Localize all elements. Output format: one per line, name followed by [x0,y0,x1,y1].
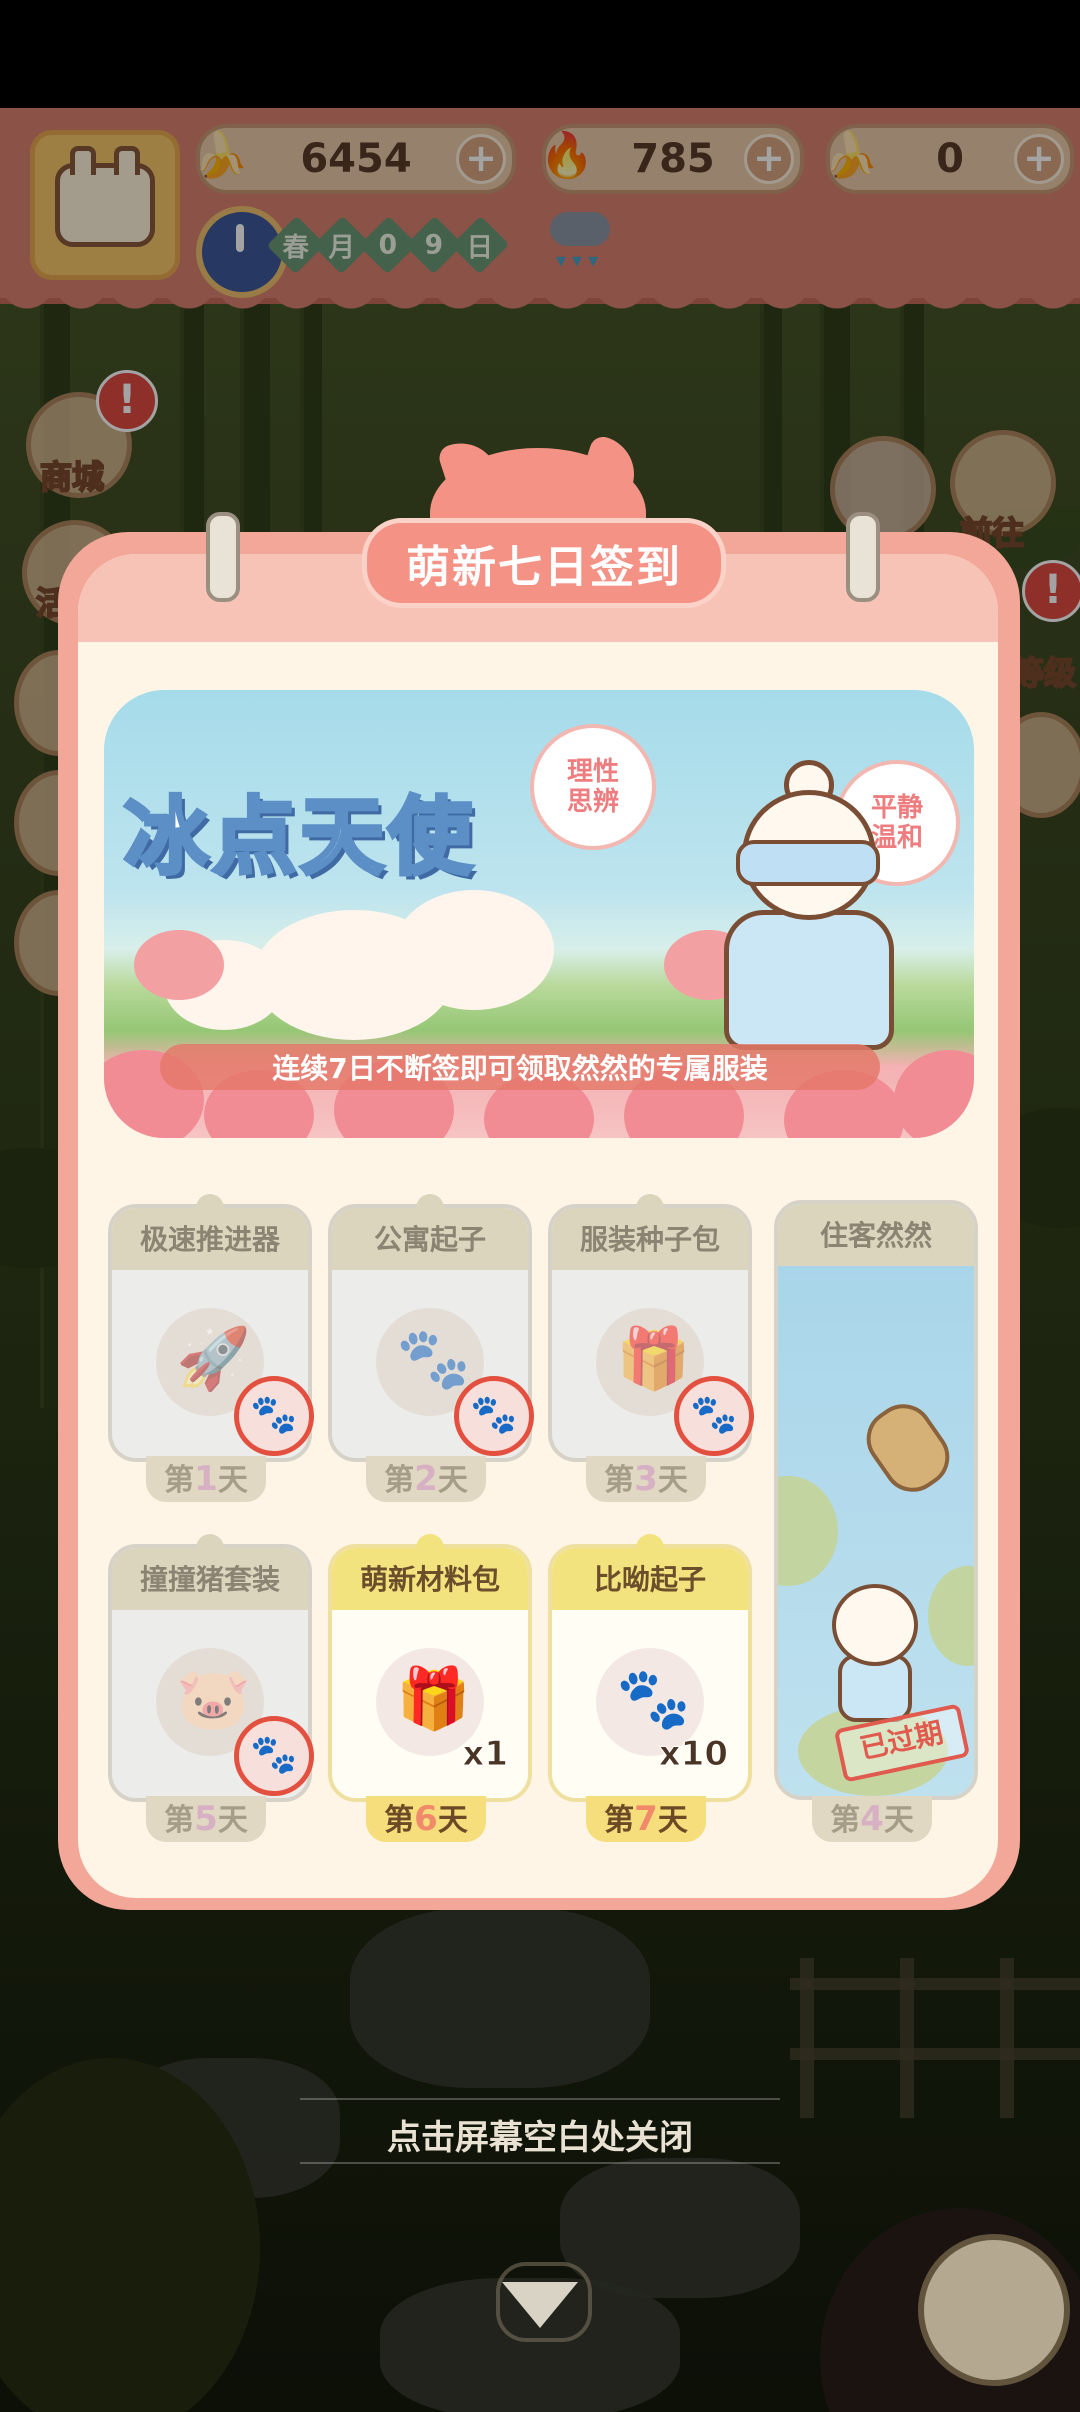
day-card-6[interactable]: 萌新材料包 🎁 x1 [328,1534,532,1802]
day-label-6: 第6天 [366,1796,486,1842]
modal-title: 萌新七日签到 [362,518,726,608]
day-card-4[interactable]: 住客然然 已过期 [774,1200,978,1800]
claimed-paw-stamp-icon: 🐾 [234,1376,314,1456]
day-card-title: 服装种子包 [552,1208,748,1270]
paw-stick-icon: 🐾 [616,1664,691,1734]
resident-ranran-character [822,1564,922,1722]
claimed-paw-stamp-icon: 🐾 [674,1376,754,1456]
day-label-1: 第1天 [146,1456,266,1502]
day-card-title: 萌新材料包 [332,1548,528,1610]
ice-angel-character [714,760,894,1050]
banner-caption: 连续7日不断签即可领取然然的专属服装 [160,1044,880,1090]
chevron-down-icon [502,2282,578,2328]
day-label-2: 第2天 [366,1456,486,1502]
day-card-title: 住客然然 [778,1204,974,1266]
day-label-7: 第7天 [586,1796,706,1842]
day-card-title: 撞撞猪套装 [112,1548,308,1610]
yarn-ball-icon[interactable] [918,2234,1070,2386]
seed-box-icon: 🎁 [616,1324,691,1394]
pig-costume-icon: 🐷 [176,1664,251,1734]
status-bar [0,0,1080,108]
day-label-4: 第4天 [812,1796,932,1842]
gift-pack-icon: 🎁 [396,1664,471,1734]
claimed-paw-stamp-icon: 🐾 [454,1376,534,1456]
item-quantity: x1 [462,1734,509,1775]
thruster-icon: 🚀 [176,1324,251,1394]
day-label-3: 第3天 [586,1456,706,1502]
banner-title: 冰点天使 [122,786,477,888]
binder-ring-right [846,512,880,602]
day-card-title: 极速推进器 [112,1208,308,1270]
hint-divider-top [300,2098,780,2100]
day-card-5[interactable]: 撞撞猪套装 🐷 🐾 [108,1534,314,1802]
hint-divider-bottom [300,2162,780,2164]
trait-tag-rational: 理性 思辨 [530,724,656,850]
binder-ring-left [206,512,240,602]
close-hint-text[interactable]: 点击屏幕空白处关闭 [0,2110,1080,2159]
item-quantity: x10 [658,1734,728,1775]
day-label-5: 第5天 [146,1796,266,1842]
claimed-paw-stamp-icon: 🐾 [234,1716,314,1796]
day-card-3[interactable]: 服装种子包 🎁 🐾 [548,1194,754,1462]
day-card-7[interactable]: 比呦起子 🐾 x10 [548,1534,752,1802]
paw-stick-icon: 🐾 [396,1324,471,1394]
day-card-2[interactable]: 公寓起子 🐾 🐾 [328,1194,534,1462]
day-card-1[interactable]: 极速推进器 🚀 🐾 [108,1194,314,1462]
day-card-title: 比呦起子 [552,1548,748,1610]
day-card-title: 公寓起子 [332,1208,528,1270]
